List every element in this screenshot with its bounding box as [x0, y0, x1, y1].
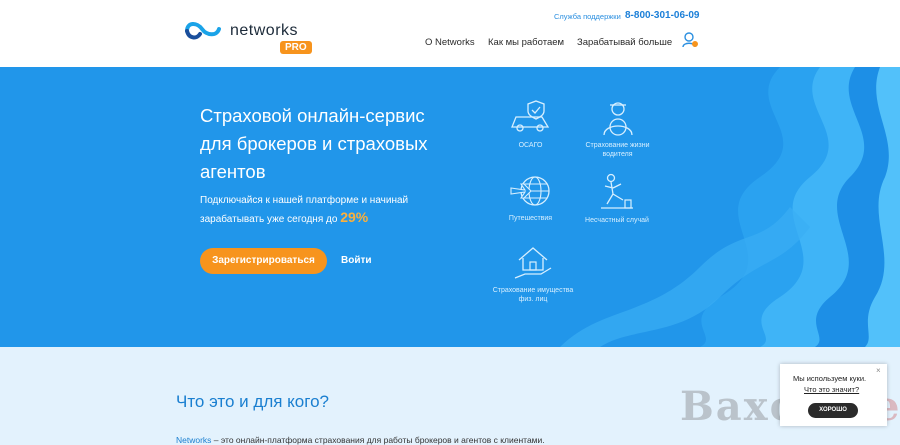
cookie-text: Мы используем куки. — [793, 374, 867, 383]
service-osago[interactable]: ОСАГО — [493, 97, 568, 150]
user-icon[interactable] — [681, 31, 699, 49]
hero-subtitle: Подключайся к нашей платформе и начинай … — [200, 192, 430, 228]
service-accident[interactable]: Несчастный случай — [572, 172, 662, 225]
driver-icon — [602, 102, 633, 136]
hero-percent: 29% — [340, 209, 369, 225]
hero-subtitle-text: Подключайся к нашей платформе и начинай … — [200, 195, 409, 225]
service-label: Путешествия — [508, 215, 553, 222]
nav-how-we-work[interactable]: Как мы работаем — [488, 37, 564, 48]
service-label: Несчастный случай — [585, 217, 649, 224]
service-driver-life[interactable]: Страхование жизни водителя — [580, 97, 655, 159]
service-travel[interactable]: Путешествия — [493, 172, 568, 223]
house-hand-icon — [514, 247, 552, 279]
phone-link[interactable]: 8-800-301-06-09 — [625, 10, 700, 21]
hero-title: Страховой онлайн-сервис для брокеров и с… — [200, 105, 428, 182]
about-text: Networks – это онлайн-платформа страхова… — [176, 435, 545, 445]
about-description: – это онлайн-платформа страхования для р… — [211, 435, 545, 445]
globe-plane-icon — [509, 176, 550, 206]
cookie-accept-button[interactable]: ХОРОШО — [808, 403, 858, 418]
login-button[interactable]: Войти — [341, 255, 372, 266]
service-label: Страхование имущества физ. лиц — [492, 287, 574, 303]
service-label: ОСАГО — [518, 142, 543, 149]
falling-person-icon — [601, 173, 633, 209]
about-brand-link[interactable]: Networks — [176, 435, 211, 445]
cookie-info-link[interactable]: Что это значит? — [804, 385, 859, 394]
hero-section: Страховой онлайн-сервис для брокеров и с… — [0, 67, 900, 347]
logo[interactable]: networks PRO — [184, 17, 314, 57]
logo-wave-icon — [185, 22, 221, 40]
site-header: networks PRO Служба поддержки 8-800-301-… — [0, 0, 900, 67]
close-icon[interactable]: × — [876, 366, 881, 375]
support-link[interactable]: Служба поддержки — [554, 12, 621, 21]
nav-about[interactable]: О Networks — [425, 37, 475, 48]
service-property[interactable]: Страхование имущества физ. лиц — [488, 242, 578, 304]
register-button[interactable]: Зарегистрироваться — [200, 248, 327, 274]
about-title: Что это и для кого? — [176, 392, 329, 411]
logo-text: networks — [230, 22, 299, 39]
service-label: Страхование жизни водителя — [585, 142, 650, 158]
nav-earn-more[interactable]: Зарабатывай больше — [577, 37, 672, 48]
logo-pro-badge: PRO — [280, 41, 312, 54]
cookie-notice: × Мы используем куки. Что это значит? ХО… — [780, 364, 887, 426]
car-shield-icon — [510, 100, 549, 132]
